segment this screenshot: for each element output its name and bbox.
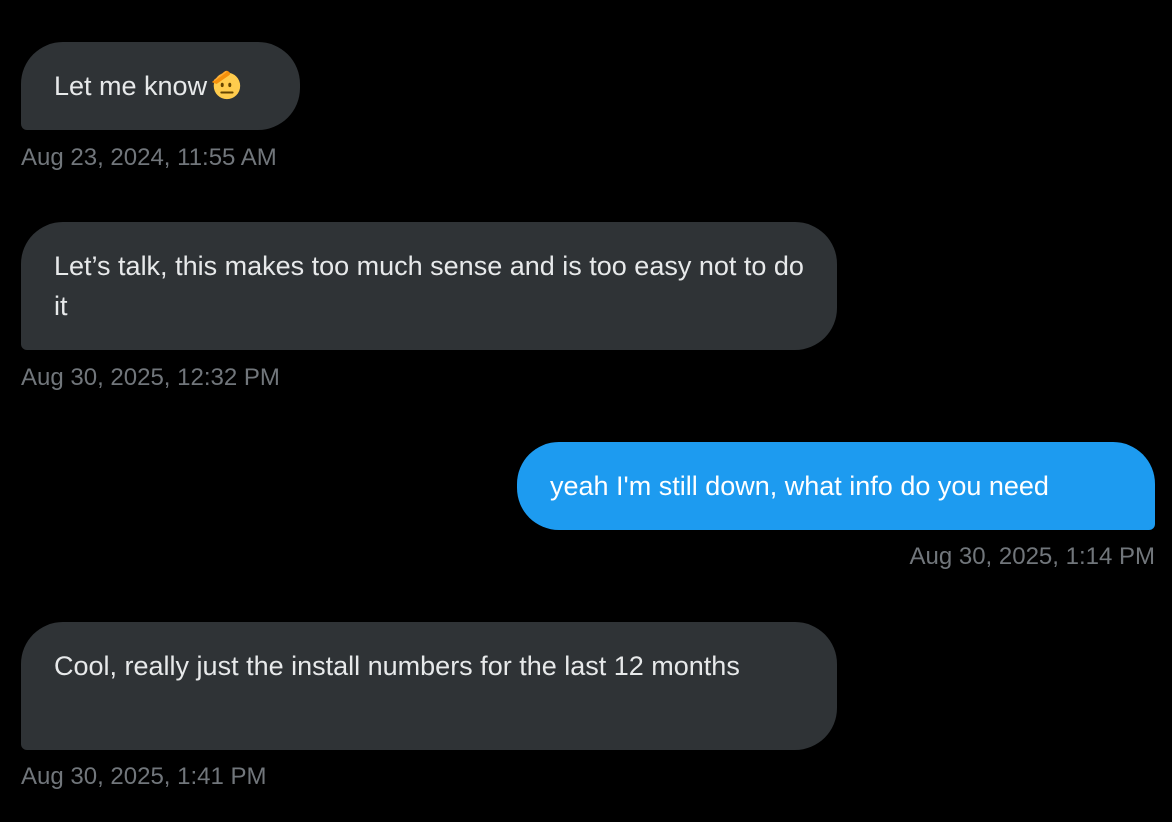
dm-conversation-thread: Let me know Aug 23, 2024, 11:55 AM Let’s… bbox=[0, 0, 1172, 822]
message-timestamp: Aug 30, 2025, 1:14 PM bbox=[909, 543, 1155, 570]
message-bubble-incoming[interactable]: Let me know bbox=[21, 42, 300, 130]
message-text: Let me know bbox=[54, 71, 208, 101]
message-bubble-outgoing[interactable]: yeah I'm still down, what info do you ne… bbox=[517, 442, 1155, 530]
saluting-face-icon bbox=[211, 70, 241, 100]
message-bubble-incoming[interactable]: Let’s talk, this makes too much sense an… bbox=[21, 222, 837, 350]
message-text: Let’s talk, this makes too much sense an… bbox=[54, 251, 804, 321]
message-text: yeah I'm still down, what info do you ne… bbox=[550, 471, 1049, 501]
message-timestamp: Aug 30, 2025, 12:32 PM bbox=[21, 364, 280, 391]
message-timestamp: Aug 23, 2024, 11:55 AM bbox=[21, 144, 277, 171]
message-text: Cool, really just the install numbers fo… bbox=[54, 651, 740, 681]
message-timestamp: Aug 30, 2025, 1:41 PM bbox=[21, 763, 267, 790]
message-bubble-incoming[interactable]: Cool, really just the install numbers fo… bbox=[21, 622, 837, 750]
